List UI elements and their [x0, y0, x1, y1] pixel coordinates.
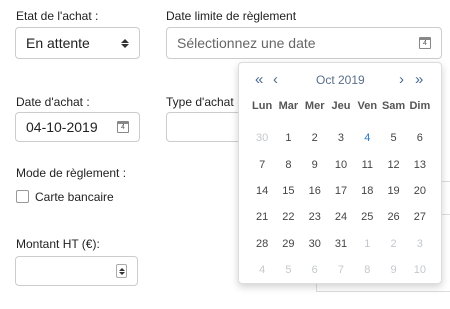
calendar-day-cell[interactable]: 20	[407, 178, 433, 204]
montant-ht-label: Montant HT (€):	[16, 237, 100, 251]
calendar-day-cell[interactable]: 7	[249, 151, 275, 177]
etat-achat-select[interactable]: En attente	[15, 27, 140, 59]
calendar-day-cell[interactable]: 16	[302, 178, 328, 204]
weekday-label: Sam	[381, 100, 406, 112]
calendar-day-grid: 30 1 2 3 4 5 6 7 8 9 10 11 12 13 14 15 16 17 18 19 20 21 22 23 2…	[249, 125, 433, 283]
weekday-header-row: Lun Mar Mer Jeu Ven Sam Dim	[249, 100, 433, 112]
calendar-day-cell[interactable]: 12	[380, 151, 406, 177]
next-year-button[interactable]: »	[415, 71, 423, 88]
prev-month-button[interactable]: ‹	[273, 71, 278, 88]
calendar-day-cell[interactable]: 21	[249, 204, 275, 230]
calendar-day-cell[interactable]: 11	[354, 151, 380, 177]
carte-bancaire-checkbox[interactable]	[16, 190, 29, 203]
calendar-day-cell[interactable]: 13	[407, 151, 433, 177]
calendar-day-cell[interactable]: 19	[380, 178, 406, 204]
calendar-day-cell[interactable]: 9	[302, 151, 328, 177]
calendar-day-cell[interactable]: 2	[302, 125, 328, 151]
calendar-icon[interactable]: 4	[419, 37, 431, 49]
calendar-day-cell[interactable]: 1	[275, 125, 301, 151]
date-limite-placeholder: Sélectionnez une date	[177, 35, 316, 51]
weekday-label: Mar	[278, 100, 299, 112]
calendar-day-cell[interactable]: 4	[249, 257, 275, 283]
calendar-day-cell[interactable]: 27	[407, 204, 433, 230]
weekday-label: Mer	[304, 100, 325, 112]
carte-bancaire-label[interactable]: Carte bancaire	[35, 190, 114, 204]
calendar-day-cell[interactable]: 28	[249, 231, 275, 257]
next-month-button[interactable]: ›	[399, 71, 404, 88]
calendar-day-cell[interactable]: 1	[354, 231, 380, 257]
calendar-day-cell[interactable]: 7	[328, 257, 354, 283]
number-spinner-icon[interactable]	[116, 264, 127, 278]
weekday-label: Lun	[252, 100, 273, 112]
date-achat-label: Date d'achat :	[16, 95, 90, 109]
montant-ht-input[interactable]	[15, 256, 138, 286]
date-achat-value: 04-10-2019	[26, 119, 98, 135]
calendar-day-cell[interactable]: 25	[354, 204, 380, 230]
calendar-day-cell[interactable]: 15	[275, 178, 301, 204]
calendar-day-cell[interactable]: 8	[275, 151, 301, 177]
calendar-day-cell[interactable]: 17	[328, 178, 354, 204]
date-picker-popup: « ‹ Oct 2019 › » Lun Mar Mer Jeu Ven Sam Dim 3…	[238, 62, 442, 284]
calendar-day-cell[interactable]: 4	[354, 125, 380, 151]
weekday-label: Ven	[357, 100, 378, 112]
mode-reglement-label: Mode de règlement :	[16, 166, 127, 180]
calendar-day-cell[interactable]: 10	[407, 257, 433, 283]
weekday-label: Dim	[409, 100, 431, 112]
calendar-day-cell[interactable]: 3	[407, 231, 433, 257]
calendar-day-cell[interactable]: 2	[380, 231, 406, 257]
calendar-day-cell[interactable]: 23	[302, 204, 328, 230]
type-achat-label: Type d'achat	[166, 95, 234, 109]
date-limite-input[interactable]: Sélectionnez une date 4	[166, 27, 442, 59]
weekday-label: Jeu	[331, 100, 351, 112]
calendar-day-cell[interactable]: 24	[328, 204, 354, 230]
calendar-day-cell[interactable]: 14	[249, 178, 275, 204]
calendar-day-cell[interactable]: 30	[302, 231, 328, 257]
calendar-day-cell[interactable]: 6	[407, 125, 433, 151]
calendar-day-cell[interactable]: 3	[328, 125, 354, 151]
calendar-day-cell[interactable]: 8	[354, 257, 380, 283]
etat-achat-value: En attente	[26, 35, 90, 51]
calendar-day-cell[interactable]: 30	[249, 125, 275, 151]
calendar-day-cell[interactable]: 22	[275, 204, 301, 230]
date-achat-input[interactable]: 04-10-2019 4	[15, 112, 140, 142]
calendar-day-cell[interactable]: 5	[380, 125, 406, 151]
calendar-day-cell[interactable]: 31	[328, 231, 354, 257]
prev-year-button[interactable]: «	[255, 71, 263, 88]
etat-achat-label: Etat de l'achat :	[16, 9, 99, 23]
calendar-icon[interactable]: 4	[117, 121, 129, 133]
calendar-day-cell[interactable]: 18	[354, 178, 380, 204]
calendar-day-cell[interactable]: 6	[302, 257, 328, 283]
calendar-day-cell[interactable]: 26	[380, 204, 406, 230]
calendar-day-cell[interactable]: 5	[275, 257, 301, 283]
date-limite-label: Date limite de règlement	[166, 9, 297, 23]
calendar-day-cell[interactable]: 29	[275, 231, 301, 257]
calendar-day-cell[interactable]: 10	[328, 151, 354, 177]
select-arrows-icon	[121, 38, 129, 48]
date-picker-header: « ‹ Oct 2019 › »	[239, 69, 441, 91]
month-year-label[interactable]: Oct 2019	[316, 73, 365, 87]
calendar-day-cell[interactable]: 9	[380, 257, 406, 283]
